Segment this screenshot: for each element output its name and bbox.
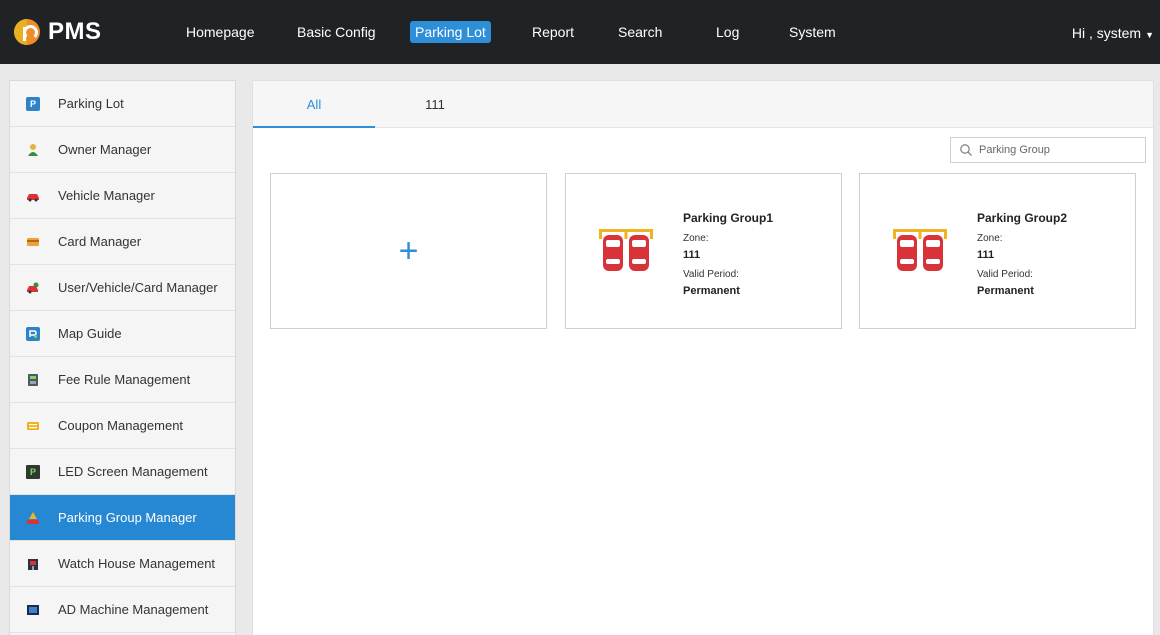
nav-basic-config[interactable]: Basic Config <box>292 21 381 43</box>
search-icon <box>960 144 972 156</box>
sidebar-item-label: AD Machine Management <box>58 602 209 617</box>
valid-period-label: Valid Period: <box>683 269 739 280</box>
sidebar-item-label: User/Vehicle/Card Manager <box>58 280 218 295</box>
user-vehicle-card-icon <box>26 281 40 295</box>
add-parking-group-card[interactable]: + <box>270 173 547 329</box>
zone-label: Zone: <box>977 233 1003 244</box>
sidebar-item-label: Map Guide <box>58 326 122 341</box>
sidebar-item-label: Parking Group Manager <box>58 510 197 525</box>
parking-group-icon <box>599 229 653 271</box>
zone-tabs: All 111 <box>253 81 1153 128</box>
nav-search[interactable]: Search <box>613 21 667 43</box>
card-icon <box>26 235 40 249</box>
user-menu[interactable]: Hi , system ▼ <box>1072 25 1154 41</box>
coupon-icon <box>26 419 40 433</box>
user-greeting: Hi , system <box>1071 25 1142 41</box>
sidebar-item-parking-group-manager[interactable]: Parking Group Manager <box>10 495 235 541</box>
sidebar-item-user-vehicle-card-manager[interactable]: User/Vehicle/Card Manager <box>10 265 235 311</box>
sidebar-item-fee-rule-management[interactable]: Fee Rule Management <box>10 357 235 403</box>
group-name: Parking Group1 <box>683 211 774 225</box>
sidebar-item-parking-lot[interactable]: P Parking Lot <box>10 81 235 127</box>
sidebar-item-led-screen-management[interactable]: P LED Screen Management <box>10 449 235 495</box>
car-icon <box>26 189 40 203</box>
nav-system[interactable]: System <box>784 21 841 43</box>
sidebar-item-label: Coupon Management <box>58 418 184 433</box>
valid-period-value: Permanent <box>977 285 1034 297</box>
sidebar-item-label: Owner Manager <box>58 142 152 157</box>
sidebar-item-owner-manager[interactable]: Owner Manager <box>10 127 235 173</box>
tab-111[interactable]: 111 <box>375 81 495 128</box>
ad-machine-icon <box>26 603 40 617</box>
sidebar-item-coupon-management[interactable]: Coupon Management <box>10 403 235 449</box>
tab-all[interactable]: All <box>253 81 375 128</box>
sidebar-item-label: Parking Lot <box>58 96 124 111</box>
plus-icon: + <box>398 232 419 270</box>
nav-parking-lot[interactable]: Parking Lot <box>410 21 491 43</box>
zone-value: 111 <box>977 249 995 261</box>
app-name: PMS <box>48 18 102 45</box>
sidebar: P Parking Lot Owner Manager Vehicle Mana… <box>9 80 236 635</box>
led-screen-icon: P <box>26 464 40 479</box>
main-panel: All 111 + Parking Group1 Zone: 111 Valid… <box>252 80 1154 635</box>
sidebar-item-vehicle-manager[interactable]: Vehicle Manager <box>10 173 235 219</box>
parking-group-card[interactable]: Parking Group1 Zone: 111 Valid Period: P… <box>565 173 842 329</box>
parking-group-icon <box>26 511 40 525</box>
group-name: Parking Group2 <box>977 211 1068 225</box>
valid-period-label: Valid Period: <box>977 269 1033 280</box>
top-bar: PMS Homepage Basic Config Parking Lot Re… <box>0 0 1160 64</box>
parking-icon: P <box>26 96 40 111</box>
valid-period-value: Permanent <box>683 285 740 297</box>
sidebar-item-card-manager[interactable]: Card Manager <box>10 219 235 265</box>
caret-down-icon: ▼ <box>1145 30 1154 40</box>
sidebar-item-label: Card Manager <box>58 234 142 249</box>
nav-report[interactable]: Report <box>527 21 579 43</box>
group-info: Parking Group1 Zone: 111 Valid Period: P… <box>683 211 773 305</box>
zone-label: Zone: <box>683 233 709 244</box>
sidebar-item-label: Vehicle Manager <box>58 188 155 203</box>
nav-homepage[interactable]: Homepage <box>181 21 260 43</box>
group-info: Parking Group2 Zone: 111 Valid Period: P… <box>977 211 1067 305</box>
person-icon <box>26 143 40 157</box>
zone-value: 111 <box>683 249 701 261</box>
search-input[interactable] <box>979 144 1139 156</box>
watch-house-icon <box>26 557 40 571</box>
map-icon <box>26 326 40 341</box>
sidebar-item-ad-machine-management[interactable]: AD Machine Management <box>10 587 235 633</box>
sidebar-item-label: Watch House Management <box>58 556 216 571</box>
sidebar-item-watch-house-management[interactable]: Watch House Management <box>10 541 235 587</box>
sidebar-item-map-guide[interactable]: Map Guide <box>10 311 235 357</box>
pms-logo-icon <box>14 19 40 45</box>
parking-group-card[interactable]: Parking Group2 Zone: 111 Valid Period: P… <box>859 173 1136 329</box>
parking-group-icon <box>893 229 947 271</box>
sidebar-item-label: LED Screen Management <box>58 464 208 479</box>
search-box[interactable] <box>950 137 1146 163</box>
nav-log[interactable]: Log <box>711 21 744 43</box>
fee-icon <box>26 373 40 387</box>
app-logo[interactable]: PMS <box>14 12 102 52</box>
sidebar-item-label: Fee Rule Management <box>58 372 191 387</box>
